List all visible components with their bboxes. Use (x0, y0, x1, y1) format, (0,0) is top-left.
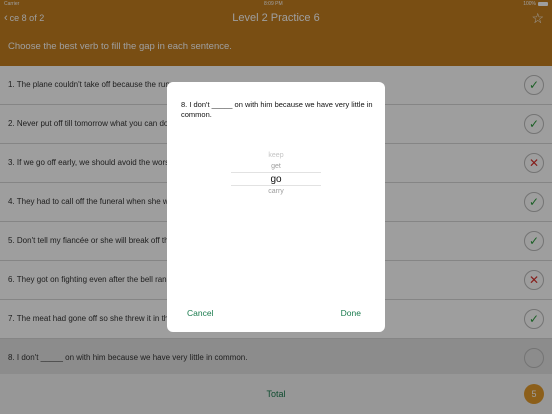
done-button[interactable]: Done (341, 308, 361, 318)
cancel-button[interactable]: Cancel (187, 308, 213, 318)
dialog-question: 8. I don't _____ on with him because we … (181, 100, 373, 119)
picker-option[interactable]: get (231, 161, 321, 172)
picker-option[interactable]: keep (231, 150, 321, 161)
picker-option[interactable]: carry (231, 186, 321, 197)
answer-picker-dialog: 8. I don't _____ on with him because we … (167, 82, 385, 332)
verb-picker-wheel[interactable]: keep get go carry (231, 150, 321, 200)
picker-option-selected[interactable]: go (231, 172, 321, 186)
